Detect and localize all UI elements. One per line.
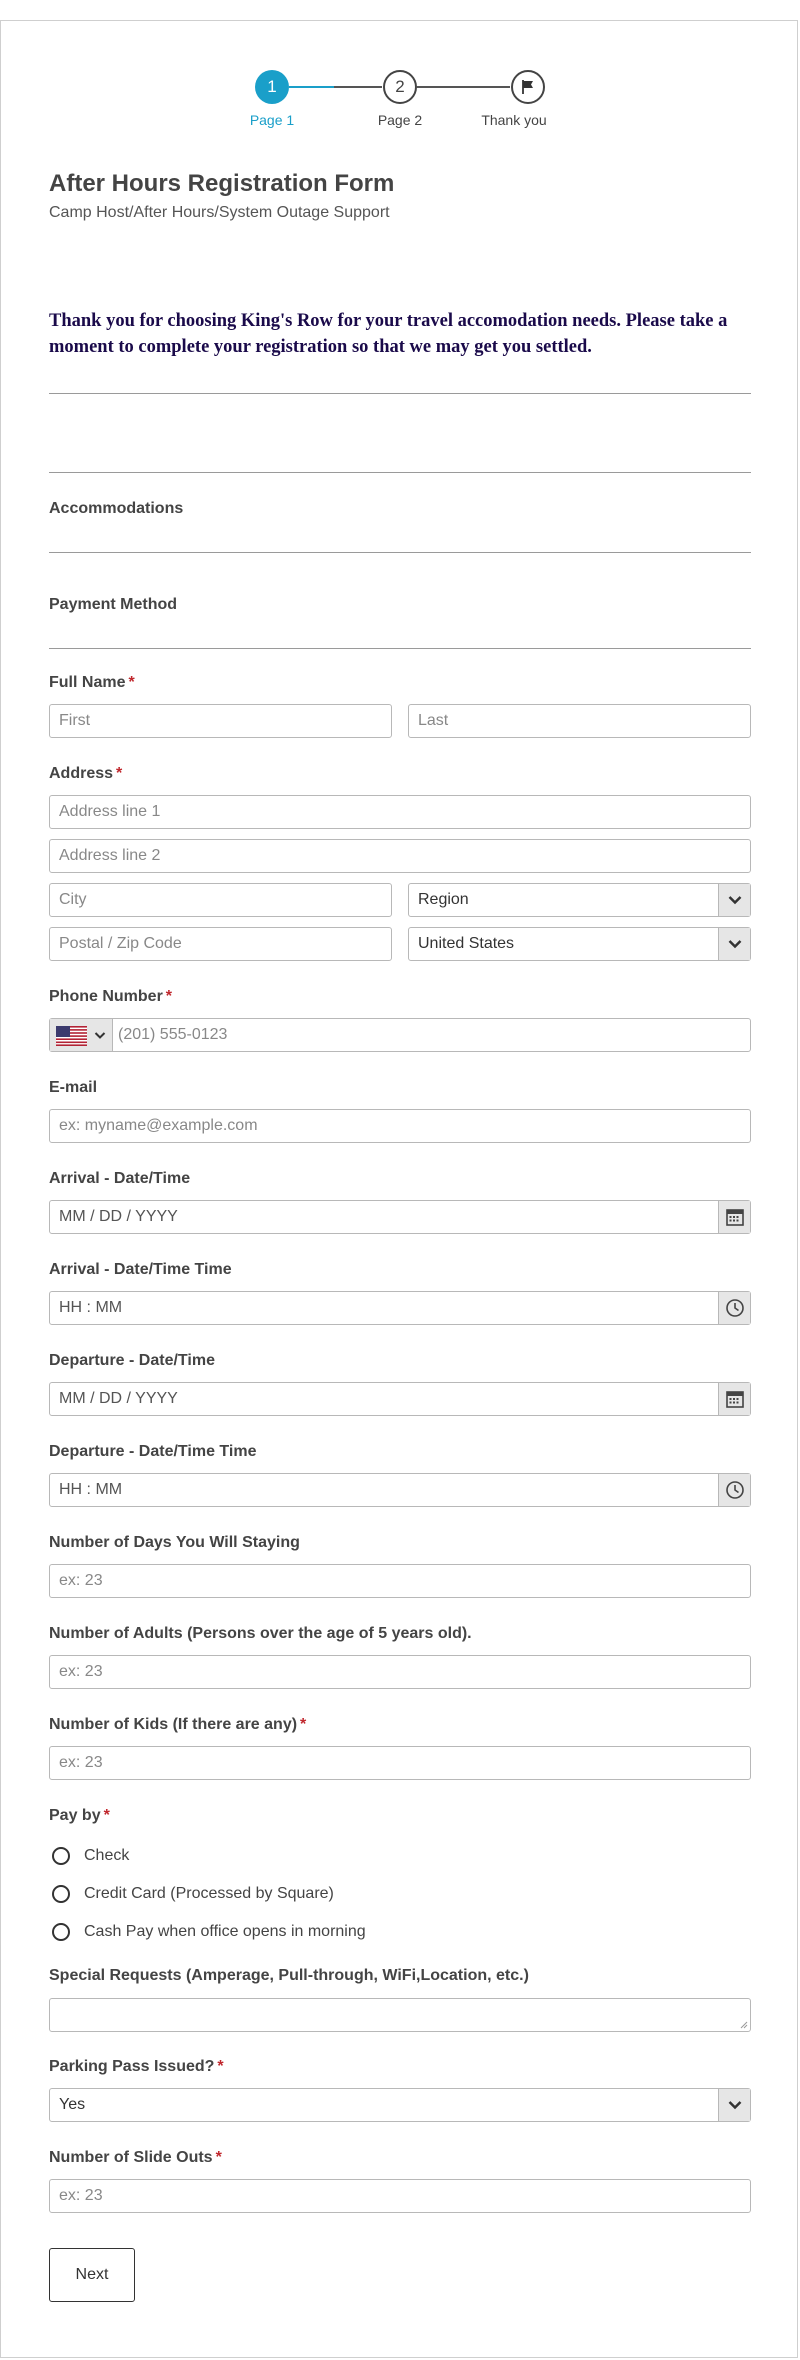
parking-label: Parking Pass Issued? * [49, 2058, 224, 2075]
us-flag-icon [56, 1026, 87, 1046]
chevron-down-icon[interactable] [718, 884, 750, 916]
address-line2-input[interactable]: Address line 2 [49, 839, 751, 873]
radio-label: Cash Pay when office opens in morning [84, 1923, 366, 1940]
chevron-down-icon [94, 1032, 106, 1039]
arrival-time-label: Arrival - Date/Time Time [49, 1261, 232, 1278]
country-code-dropdown[interactable] [50, 1019, 113, 1051]
days-input[interactable]: ex: 23 [49, 1564, 751, 1598]
step-1-number: 1 [267, 77, 277, 96]
required-mark: * [165, 988, 173, 1005]
arrival-date-input[interactable]: MM / DD / YYYY [49, 1200, 751, 1234]
adults-label: Number of Adults (Persons over the age o… [49, 1625, 472, 1642]
flag-icon [522, 80, 533, 94]
first-name-input[interactable]: First [49, 704, 392, 738]
kids-label: Number of Kids (If there are any) * [49, 1716, 307, 1733]
country-value: United States [418, 935, 515, 952]
step-1-circle[interactable]: 1 [255, 70, 289, 104]
region-value: Region [418, 891, 469, 908]
arrival-date-placeholder: MM / DD / YYYY [59, 1208, 178, 1225]
departure-time-label: Departure - Date/Time Time [49, 1443, 257, 1460]
radio-button[interactable] [52, 1923, 70, 1941]
radio-label: Credit Card (Processed by Square) [84, 1885, 334, 1902]
resize-handle-icon[interactable] [740, 2021, 748, 2029]
slide-outs-label: Number of Slide Outs * [49, 2149, 222, 2166]
arrival-time-input[interactable]: HH : MM [49, 1291, 751, 1325]
departure-time-placeholder: HH : MM [59, 1481, 123, 1498]
special-requests-label: Special Requests (Amperage, Pull-through… [49, 1967, 529, 1984]
parking-select[interactable]: Yes [49, 2088, 751, 2122]
calendar-icon[interactable] [718, 1201, 750, 1233]
step-line-1-progress [289, 86, 334, 88]
departure-date-placeholder: MM / DD / YYYY [59, 1390, 178, 1407]
region-select[interactable]: Region [408, 883, 751, 917]
full-name-label: Full Name * [49, 674, 135, 691]
days-label: Number of Days You Will Staying [49, 1534, 300, 1551]
step-line-2 [417, 86, 510, 88]
step-2-circle[interactable]: 2 [383, 70, 417, 104]
clock-icon[interactable] [718, 1474, 750, 1506]
intro-text: Thank you for choosing King's Row for yo… [49, 311, 728, 357]
email-label: E-mail [49, 1079, 98, 1096]
parking-value: Yes [59, 2096, 86, 2113]
progress-stepper: 1 2 Page 1 Page 2 Thank you [0, 0, 800, 128]
step-3-label: Thank you [481, 112, 547, 128]
departure-date-label: Departure - Date/Time [49, 1352, 215, 1369]
clock-icon[interactable] [718, 1292, 750, 1324]
kids-input[interactable]: ex: 23 [49, 1746, 751, 1780]
required-mark: * [103, 1807, 110, 1824]
radio-option-check[interactable]: Check [49, 1844, 129, 1868]
next-button[interactable]: Next [49, 2248, 135, 2302]
divider [49, 648, 751, 649]
divider [49, 393, 751, 394]
chevron-down-icon[interactable] [718, 928, 750, 960]
step-2-label: Page 2 [377, 112, 423, 128]
form-subtitle: Camp Host/After Hours/System Outage Supp… [49, 204, 390, 221]
zip-input[interactable]: Postal / Zip Code [49, 927, 392, 961]
section-accommodations: Accommodations [49, 500, 184, 517]
arrival-date-label: Arrival - Date/Time [49, 1170, 191, 1187]
address-label: Address * [49, 765, 123, 782]
city-input[interactable]: City [49, 883, 392, 917]
radio-label: Check [84, 1847, 130, 1864]
phone-label: Phone Number * [49, 988, 173, 1005]
special-requests-textarea[interactable] [49, 1998, 751, 2032]
radio-button[interactable] [52, 1885, 70, 1903]
radio-option-cash[interactable]: Cash Pay when office opens in morning [49, 1920, 366, 1944]
pay-by-label: Pay by * [49, 1807, 110, 1824]
arrival-time-placeholder: HH : MM [59, 1299, 123, 1316]
required-mark: * [128, 674, 135, 691]
divider [49, 472, 751, 473]
radio-button[interactable] [52, 1847, 70, 1865]
email-input[interactable]: ex: myname@example.com [49, 1109, 751, 1143]
form-title: After Hours Registration Form [49, 170, 395, 197]
divider [49, 552, 751, 553]
step-3-circle[interactable] [511, 70, 545, 104]
step-1-label: Page 1 [249, 112, 295, 128]
calendar-icon[interactable] [718, 1383, 750, 1415]
required-mark: * [217, 2058, 224, 2075]
last-name-input[interactable]: Last [408, 704, 751, 738]
departure-date-input[interactable]: MM / DD / YYYY [49, 1382, 751, 1416]
departure-time-input[interactable]: HH : MM [49, 1473, 751, 1507]
required-mark: * [215, 2149, 222, 2166]
required-mark: * [116, 765, 123, 782]
adults-input[interactable]: ex: 23 [49, 1655, 751, 1689]
slide-outs-input[interactable]: ex: 23 [49, 2179, 751, 2213]
radio-option-credit-card[interactable]: Credit Card (Processed by Square) [49, 1882, 334, 1906]
section-payment-method: Payment Method [49, 596, 178, 613]
required-mark: * [300, 1716, 307, 1733]
country-select[interactable]: United States [408, 927, 751, 961]
step-2-number: 2 [395, 77, 405, 96]
chevron-down-icon[interactable] [718, 2089, 750, 2121]
phone-input[interactable]: (201) 555-0123 [49, 1018, 751, 1052]
phone-placeholder: (201) 555-0123 [118, 1026, 228, 1043]
address-line1-input[interactable]: Address line 1 [49, 795, 751, 829]
